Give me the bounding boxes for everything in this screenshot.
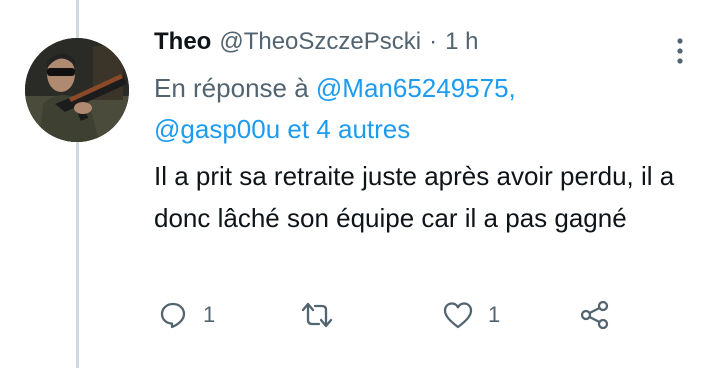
reply-button[interactable]: 1: [156, 298, 215, 332]
retweet-icon: [300, 298, 334, 332]
retweet-button[interactable]: [300, 298, 347, 332]
avatar[interactable]: [25, 38, 129, 142]
like-button[interactable]: 1: [441, 298, 500, 332]
mention-others-link[interactable]: et 4 autres: [287, 114, 410, 144]
separator-dot: ·: [429, 28, 438, 55]
tweet-text: Il a prit sa retraite juste après avoir …: [154, 161, 675, 233]
reply-icon: [156, 298, 190, 332]
reply-count: 1: [203, 302, 216, 327]
timestamp[interactable]: 1 h: [445, 28, 478, 56]
share-icon: [578, 298, 612, 332]
mention-link-2[interactable]: @gasp00u: [154, 114, 280, 144]
author-name[interactable]: Theo: [154, 28, 211, 56]
reply-context: En réponse à @Man65249575, @gasp00u et 4…: [154, 68, 694, 150]
heart-icon: [441, 298, 475, 332]
like-count: 1: [488, 302, 501, 327]
tweet-header: Theo @TheoSzczePscki · 1 h: [154, 28, 694, 68]
mention-link-1[interactable]: @Man65249575,: [316, 73, 516, 103]
reply-prefix: En réponse à: [154, 73, 309, 103]
tweet-body: Theo @TheoSzczePscki · 1 h En réponse à …: [154, 28, 694, 239]
share-button[interactable]: [578, 298, 612, 332]
author-handle[interactable]: @TheoSzczePscki: [219, 28, 421, 56]
tweet-actions: 1 1: [156, 298, 626, 332]
